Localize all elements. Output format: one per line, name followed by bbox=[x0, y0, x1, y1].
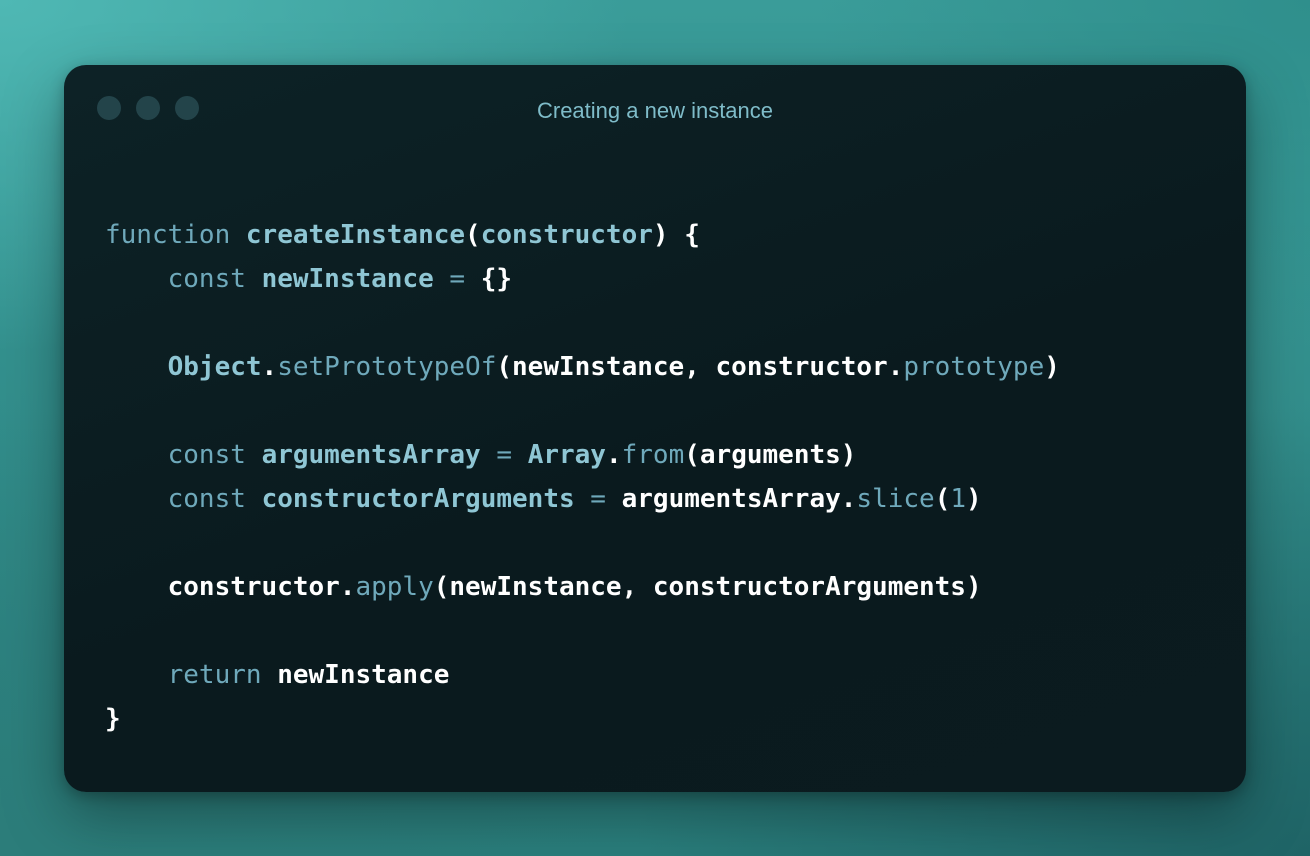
code-line-8: } bbox=[105, 697, 1060, 741]
call-target: constructor. bbox=[167, 572, 356, 602]
call-arguments: (newInstance, constructorArguments) bbox=[433, 572, 982, 602]
call-target: argumentsArray. bbox=[621, 484, 857, 514]
keyword-function: function bbox=[105, 220, 231, 250]
code-window: Creating a new instance function createI… bbox=[64, 65, 1246, 792]
function-name: createInstance bbox=[245, 220, 466, 250]
method-name: from bbox=[621, 440, 685, 470]
punctuation: . bbox=[605, 440, 622, 470]
code-block: function createInstance(constructor) { c… bbox=[105, 213, 1060, 741]
punctuation: . bbox=[261, 352, 278, 382]
keyword-return: return bbox=[167, 660, 262, 690]
operator: = bbox=[590, 484, 606, 514]
number-literal: 1 bbox=[950, 484, 967, 514]
object-literal: {} bbox=[480, 264, 513, 294]
keyword-const: const bbox=[167, 264, 246, 294]
operator: = bbox=[449, 264, 466, 294]
property-name: prototype bbox=[903, 352, 1045, 382]
code-line-4: const argumentsArray = Array.from(argume… bbox=[105, 433, 1060, 477]
code-line-6: constructor.apply(newInstance, construct… bbox=[105, 565, 1060, 609]
punctuation: ( bbox=[465, 220, 481, 250]
return-value: newInstance bbox=[277, 660, 450, 690]
punctuation: ) { bbox=[652, 220, 700, 250]
code-line-7: return newInstance bbox=[105, 653, 1060, 697]
closing-brace: } bbox=[105, 704, 121, 734]
window-titlebar: Creating a new instance bbox=[64, 65, 1246, 155]
object-name: Array bbox=[527, 440, 606, 470]
parameter-name: constructor bbox=[480, 220, 653, 250]
code-line-5: const constructorArguments = argumentsAr… bbox=[105, 477, 1060, 521]
call-arguments: (newInstance, constructor. bbox=[496, 352, 904, 382]
method-name: setPrototypeOf bbox=[277, 352, 497, 382]
object-name: Object bbox=[167, 352, 262, 382]
keyword-const: const bbox=[167, 484, 246, 514]
operator: = bbox=[496, 440, 513, 470]
code-line-2: const newInstance = {} bbox=[105, 257, 1060, 301]
punctuation: ( bbox=[934, 484, 951, 514]
punctuation: ) bbox=[966, 484, 982, 514]
method-name: slice bbox=[856, 484, 935, 514]
keyword-const: const bbox=[167, 440, 246, 470]
variable-name: newInstance bbox=[261, 264, 434, 294]
code-line-3: Object.setPrototypeOf(newInstance, const… bbox=[105, 345, 1060, 389]
window-title: Creating a new instance bbox=[536, 98, 774, 123]
call-arguments: (arguments) bbox=[684, 440, 857, 470]
method-name: apply bbox=[355, 572, 434, 602]
variable-name: constructorArguments bbox=[261, 484, 575, 514]
code-line-1: function createInstance(constructor) { bbox=[105, 213, 1060, 257]
variable-name: argumentsArray bbox=[261, 440, 481, 470]
punctuation: ) bbox=[1044, 352, 1060, 382]
